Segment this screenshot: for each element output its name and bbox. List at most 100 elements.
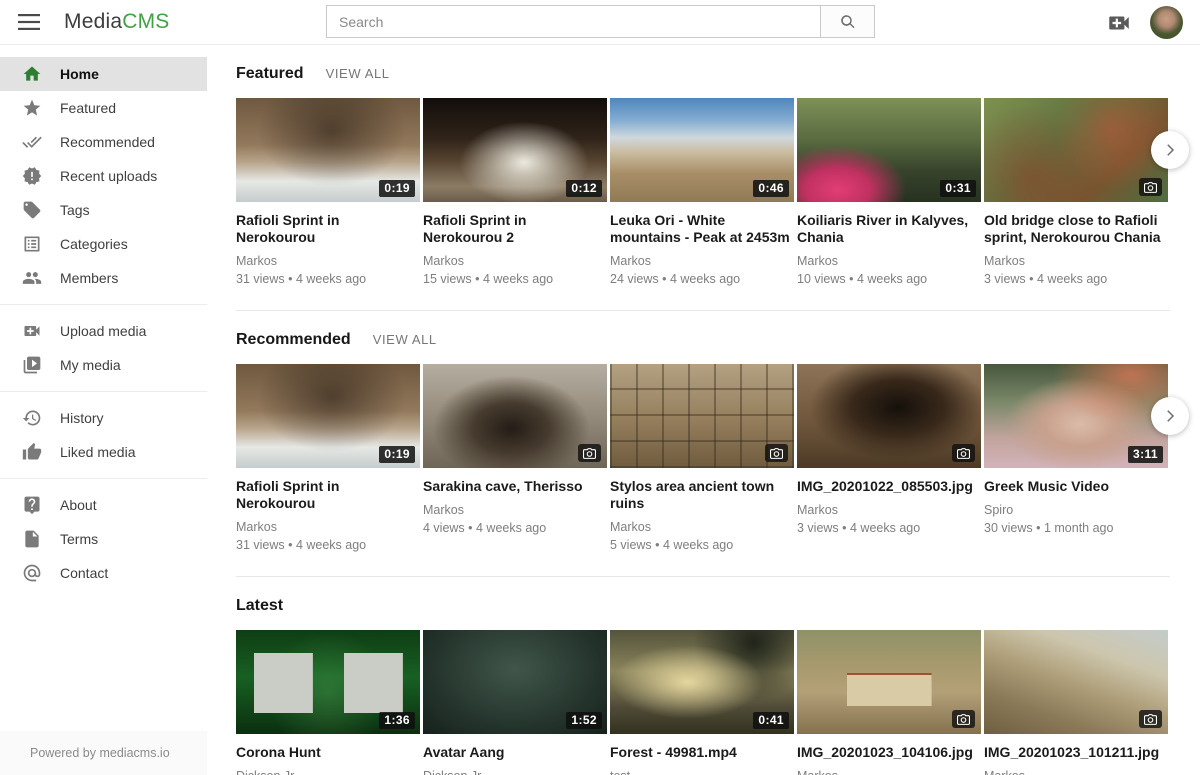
video-thumbnail[interactable]: 0:19 [236,98,420,202]
chevron-right-icon [1161,407,1179,425]
image-thumbnail[interactable] [984,630,1168,734]
camera-icon [770,448,783,459]
duration-badge: 0:19 [379,180,415,197]
sidebar-item-about[interactable]: About [0,488,207,522]
media-author[interactable]: Markos [797,254,981,268]
sidebar-item-categories[interactable]: Categories [0,227,207,261]
media-meta: 3 views • 4 weeks ago [984,272,1168,286]
sidebar-item-label: Upload media [60,323,146,339]
sidebar-item-label: Terms [60,531,98,547]
media-meta: 5 views • 4 weeks ago [610,538,794,552]
media-title[interactable]: IMG_20201022_085503.jpg [797,478,981,495]
media-card: 1:52 Avatar Aang Dickson Jr. 12 views • … [423,630,607,775]
sidebar-divider [0,478,207,479]
media-title[interactable]: Old bridge close to Rafioli sprint, Nero… [984,212,1168,246]
duration-badge: 0:46 [753,180,789,197]
media-author[interactable]: Dickson Jr. [236,769,420,775]
image-thumbnail[interactable] [423,364,607,468]
app-logo[interactable]: MediaCMS [64,10,169,34]
media-author[interactable]: test [610,769,794,775]
media-title[interactable]: Sarakina cave, Therisso [423,478,607,495]
sidebar-item-history[interactable]: History [0,401,207,435]
media-title[interactable]: IMG_20201023_104106.jpg [797,744,981,761]
media-title[interactable]: Stylos area ancient town ruins [610,478,794,512]
media-author[interactable]: Markos [984,769,1168,775]
video-library-icon [22,355,42,375]
media-author[interactable]: Markos [236,520,420,534]
view-all-link[interactable]: VIEW ALL [373,332,437,347]
sidebar-item-label: Categories [60,236,128,252]
media-title[interactable]: Corona Hunt [236,744,420,761]
sidebar-item-terms[interactable]: Terms [0,522,207,556]
media-title[interactable]: Koiliaris River in Kalyves, Chania [797,212,981,246]
image-thumbnail[interactable] [984,98,1168,202]
search-input[interactable] [326,5,820,38]
camera-icon [957,448,970,459]
view-all-link[interactable]: VIEW ALL [326,66,390,81]
media-card: 3:11 Greek Music Video Spiro 30 views • … [984,364,1168,552]
sidebar-item-recent-uploads[interactable]: Recent uploads [0,159,207,193]
sidebar-item-label: History [60,410,104,426]
video-thumbnail[interactable]: 0:12 [423,98,607,202]
people-icon [22,268,42,288]
image-thumbnail[interactable] [797,364,981,468]
media-author[interactable]: Spiro [984,503,1168,517]
media-title[interactable]: Rafioli Sprint in Nerokourou [236,212,420,246]
video-thumbnail[interactable]: 0:31 [797,98,981,202]
media-author[interactable]: Markos [610,254,794,268]
media-card: Stylos area ancient town ruins Markos 5 … [610,364,794,552]
sidebar-nav: Home Featured Recommended Recent uploads… [0,45,207,775]
media-title[interactable]: Greek Music Video [984,478,1168,495]
media-author[interactable]: Markos [984,254,1168,268]
media-author[interactable]: Markos [797,769,981,775]
media-title[interactable]: IMG_20201023_101211.jpg [984,744,1168,761]
media-meta: 10 views • 4 weeks ago [797,272,981,286]
media-card: IMG_20201023_101211.jpg Markos 4 views •… [984,630,1168,775]
media-meta: 30 views • 1 month ago [984,521,1168,535]
video-thumbnail[interactable]: 0:41 [610,630,794,734]
carousel-next-button[interactable] [1151,131,1189,169]
image-thumbnail[interactable] [610,364,794,468]
media-author[interactable]: Dickson Jr. [423,769,607,775]
upload-media-icon[interactable] [1106,10,1132,36]
sidebar-item-my-media[interactable]: My media [0,348,207,382]
sidebar-item-tags[interactable]: Tags [0,193,207,227]
sidebar-item-featured[interactable]: Featured [0,91,207,125]
image-type-badge [578,444,601,462]
user-avatar[interactable] [1150,6,1183,39]
media-title[interactable]: Rafioli Sprint in Nerokourou [236,478,420,512]
video-thumbnail[interactable]: 0:19 [236,364,420,468]
media-author[interactable]: Markos [236,254,420,268]
document-icon [22,529,42,549]
media-title[interactable]: Avatar Aang [423,744,607,761]
sidebar-item-contact[interactable]: Contact [0,556,207,590]
media-meta: 31 views • 4 weeks ago [236,538,420,552]
menu-hamburger-icon[interactable] [18,14,40,30]
media-author[interactable]: Markos [423,254,607,268]
sidebar-item-liked-media[interactable]: Liked media [0,435,207,469]
media-author[interactable]: Markos [797,503,981,517]
carousel-next-button[interactable] [1151,397,1189,435]
media-title[interactable]: Rafioli Sprint in Nerokourou 2 [423,212,607,246]
sidebar-item-recommended[interactable]: Recommended [0,125,207,159]
media-title[interactable]: Leuka Ori - White mountains - Peak at 24… [610,212,794,246]
media-card: 1:36 Corona Hunt Dickson Jr. 6 views • 4… [236,630,420,775]
sidebar-item-label: About [60,497,97,513]
media-title[interactable]: Forest - 49981.mp4 [610,744,794,761]
media-author[interactable]: Markos [423,503,607,517]
sidebar-item-upload-media[interactable]: Upload media [0,314,207,348]
sidebar-item-home[interactable]: Home [0,57,207,91]
image-thumbnail[interactable] [797,630,981,734]
section-title: Recommended [236,331,351,349]
video-thumbnail[interactable]: 3:11 [984,364,1168,468]
sidebar-divider [0,304,207,305]
sidebar-item-members[interactable]: Members [0,261,207,295]
video-thumbnail[interactable]: 1:52 [423,630,607,734]
media-author[interactable]: Markos [610,520,794,534]
search-button[interactable] [820,5,875,38]
video-thumbnail[interactable]: 1:36 [236,630,420,734]
duration-badge: 0:19 [379,446,415,463]
media-meta: 3 views • 4 weeks ago [797,521,981,535]
media-card: IMG_20201022_085503.jpg Markos 3 views •… [797,364,981,552]
video-thumbnail[interactable]: 0:46 [610,98,794,202]
